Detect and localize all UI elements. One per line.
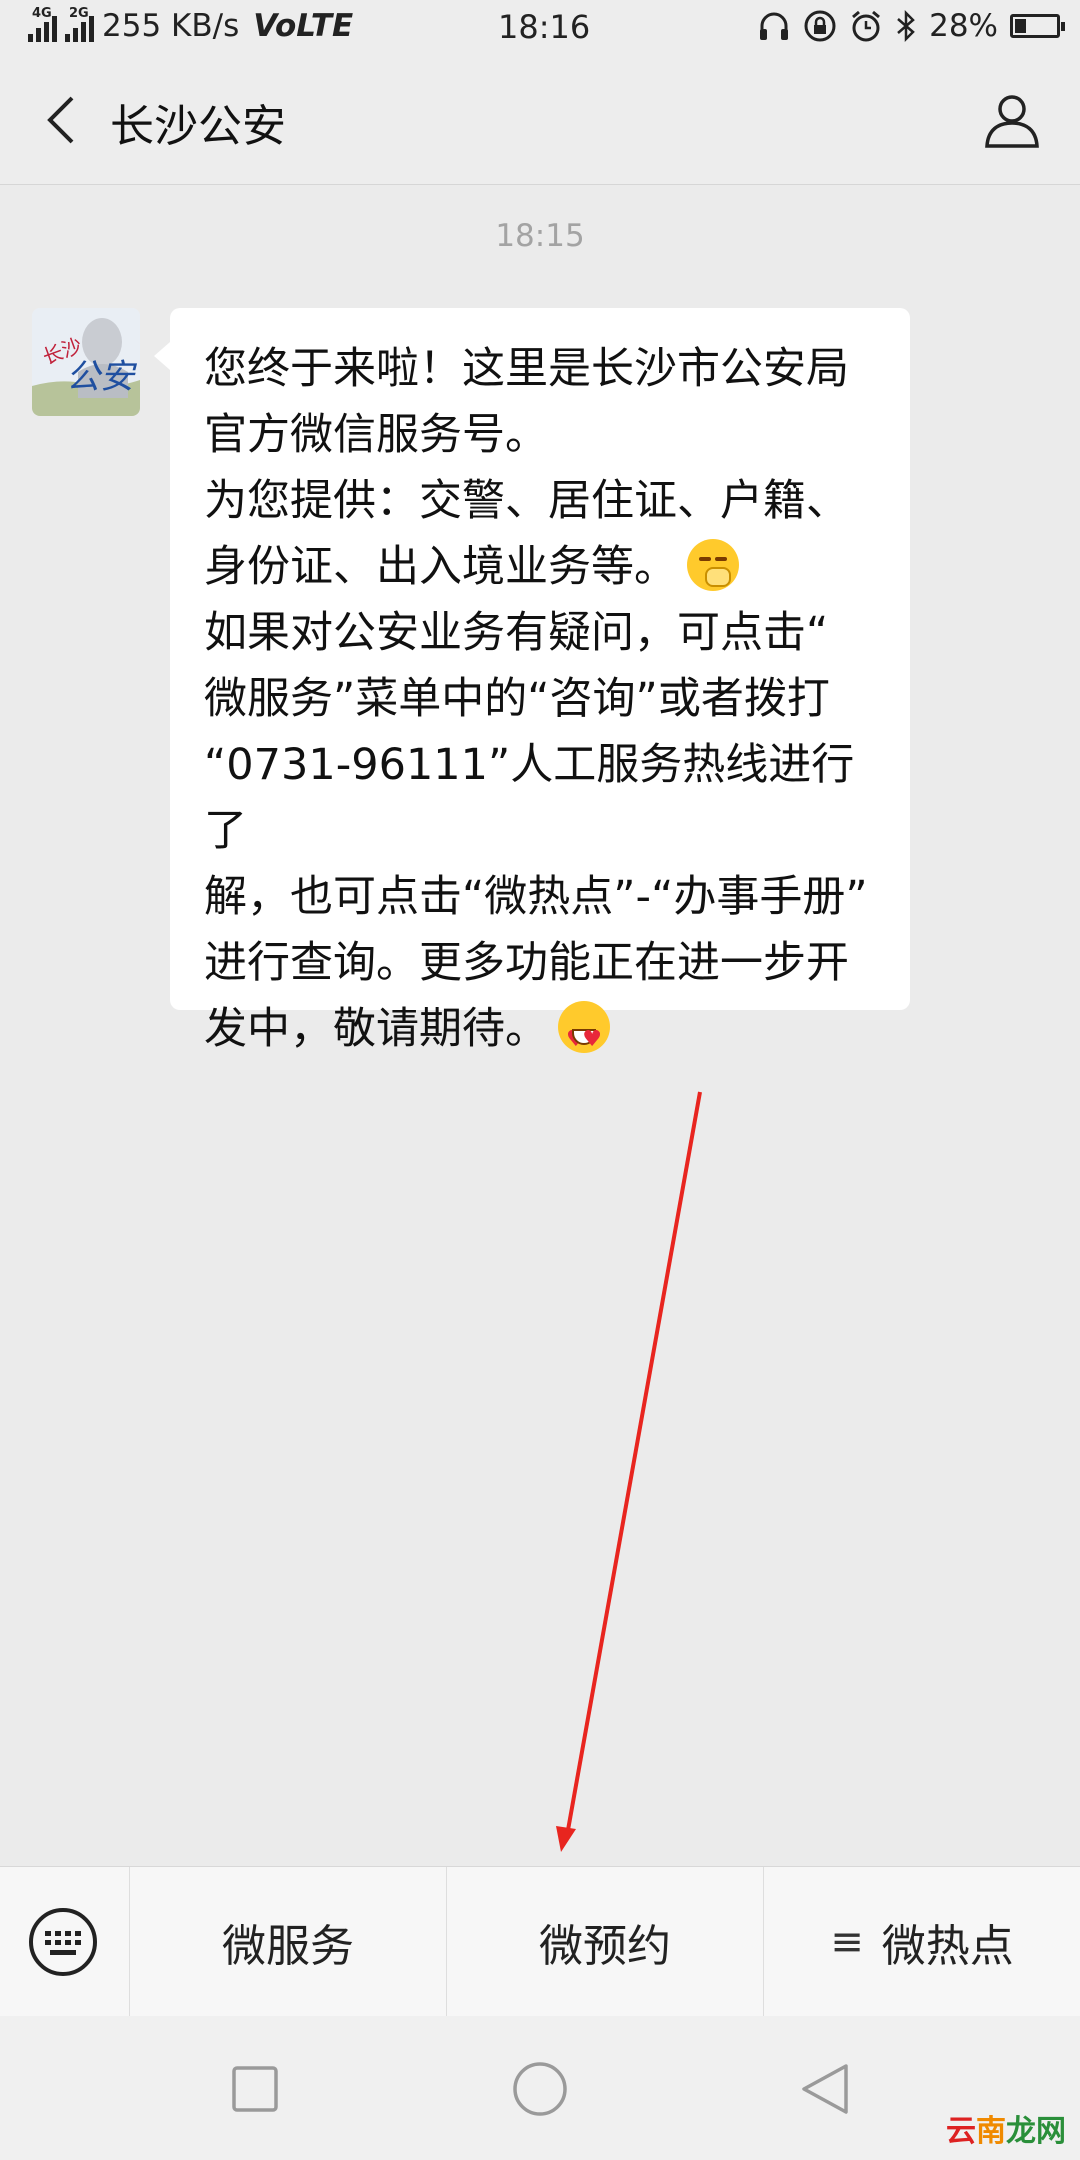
battery-fill [1015, 19, 1027, 33]
watermark-part: 云 [946, 2114, 976, 2149]
signal-4g-icon: 4G [28, 6, 57, 42]
network-2g-label: 2G [69, 6, 89, 21]
message-line: 身份证、出入境业务等。 [204, 542, 677, 592]
status-right: 28% [757, 8, 1065, 44]
message-bubble: 您终于来啦！这里是长沙市公安局 官方微信服务号。 为您提供：交警、居住证、户籍、… [154, 308, 910, 1073]
rotation-lock-icon [804, 10, 836, 42]
avatar[interactable]: 长沙 公安 [32, 308, 140, 416]
battery-icon [1010, 14, 1065, 38]
back-triangle-icon[interactable] [790, 2054, 860, 2124]
message-line: “0731-96111”人工服务热线进行了 [204, 740, 855, 856]
svg-text:公安: 公安 [66, 357, 138, 397]
message-line: 发中，敬请期待。 [204, 1004, 548, 1054]
shy-face-emoji-icon [687, 539, 739, 591]
bluetooth-icon [897, 9, 915, 43]
recents-square-icon[interactable] [220, 2054, 290, 2124]
changsha-police-logo-icon: 长沙 公安 [32, 308, 140, 416]
bottom-menu: 微服务 微预约 ≡ 微热点 [0, 1866, 1080, 2017]
keyboard-icon[interactable] [28, 1907, 98, 1977]
status-time: 18:16 [498, 8, 591, 46]
back-arrow-icon[interactable] [34, 90, 94, 150]
submenu-icon: ≡ [830, 1919, 864, 1965]
message-timestamp: 18:15 [495, 218, 585, 254]
status-bar: 4G 2G 255 KB/s VoLTE 18:16 28% [0, 0, 1080, 56]
message-text: 您终于来啦！这里是长沙市公安局 官方微信服务号。 为您提供：交警、居住证、户籍、… [204, 336, 880, 1073]
watermark-logo: 云南龙网 [946, 2106, 1066, 2150]
page-title: 长沙公安 [110, 101, 286, 152]
menu-item-wei-redian[interactable]: ≡ 微热点 [764, 1867, 1080, 2017]
message-line: 微服务”菜单中的“咨询”或者拨打 [204, 674, 830, 724]
watermark-part: 龙网 [1006, 2114, 1066, 2149]
message-line: 进行查询。更多功能正在进一步开 [204, 938, 849, 988]
volte-label: VoLTE [253, 8, 354, 44]
profile-icon[interactable] [982, 90, 1042, 150]
watermark-part: 南 [976, 2114, 1006, 2149]
status-left: 4G 2G 255 KB/s VoLTE [28, 6, 354, 44]
keyboard-toggle[interactable] [0, 1867, 130, 2017]
home-circle-icon[interactable] [505, 2054, 575, 2124]
battery-percent: 28% [929, 8, 998, 44]
message-line: 如果对公安业务有疑问，可点击“ [204, 608, 829, 658]
message-line: 您终于来啦！这里是长沙市公安局 [204, 344, 849, 394]
signal-2g-icon: 2G [65, 6, 94, 42]
network-4g-label: 4G [32, 6, 52, 21]
message-line: 为您提供：交警、居住证、户籍、 [204, 476, 849, 526]
menu-item-wei-yuyue[interactable]: 微预约 [447, 1867, 764, 2017]
menu-item-wei-fuwu[interactable]: 微服务 [130, 1867, 447, 2017]
message-line: 解，也可点击“微热点”-“办事手册” [204, 872, 868, 922]
network-speed: 255 KB/s [102, 8, 240, 44]
title-bar: 长沙公安 [0, 56, 1080, 185]
alarm-icon [852, 10, 881, 42]
system-navigation-bar [0, 2016, 1080, 2160]
message-line: 官方微信服务号。 [204, 410, 548, 460]
menu-item-label: 微服务 [222, 1921, 354, 1972]
menu-item-label: 微热点 [881, 1921, 1014, 1972]
menu-item-label: 微预约 [539, 1921, 671, 1972]
heart-eyes-emoji-icon [558, 1001, 610, 1073]
headphones-icon [760, 12, 789, 40]
